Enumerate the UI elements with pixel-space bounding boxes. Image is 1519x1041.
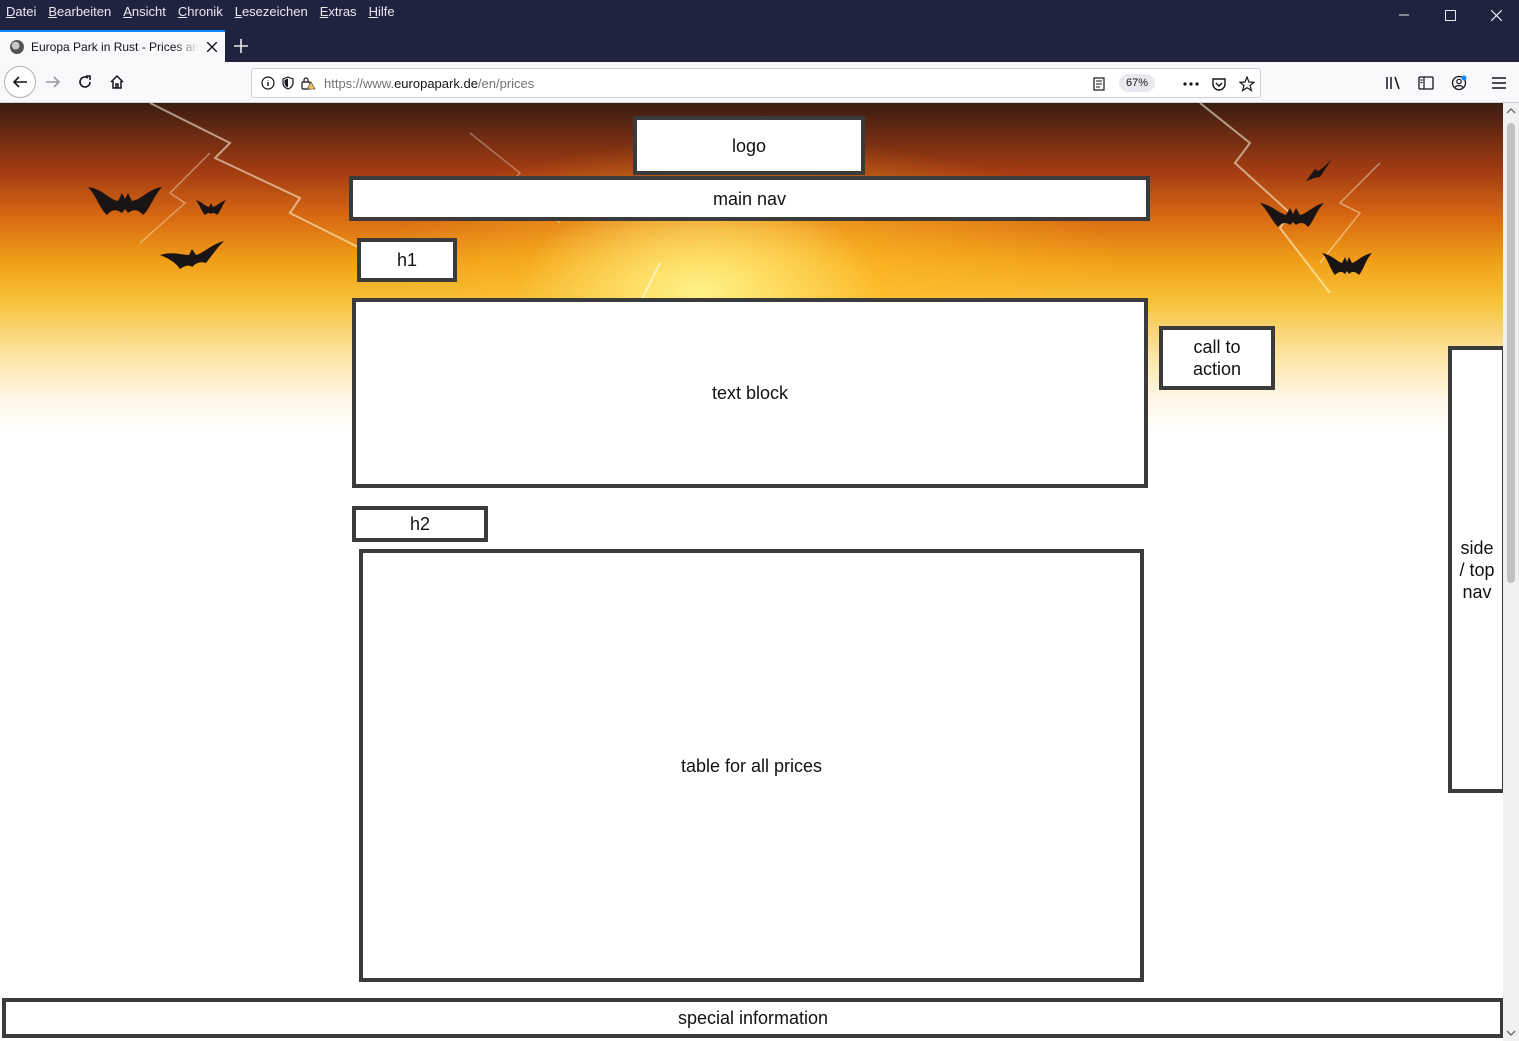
url-bar[interactable]: https://www.europapark.de/en/prices 67% [251,68,1261,98]
library-button[interactable] [1381,70,1407,96]
pocket-icon [1212,78,1226,91]
menu-hilfe[interactable]: Hilfe [369,4,395,19]
page-viewport: logo main nav h1 text block call to acti… [0,103,1503,1041]
text-block-placeholder: text block [352,298,1148,488]
browser-titlebar: Datei Bearbeiten Ansicht Chronik Lesezei… [0,0,1519,62]
plus-icon [234,39,248,53]
minimize-button[interactable] [1381,0,1427,30]
sidebar-icon [1418,76,1434,90]
scroll-down-icon[interactable] [1503,1027,1519,1039]
bat-icon [1260,203,1324,227]
scrollbar-thumb[interactable] [1507,123,1515,583]
side-nav-placeholder[interactable]: side / top nav [1448,346,1503,793]
site-favicon-icon [10,40,24,54]
sidebar-toggle-button[interactable] [1413,70,1439,96]
menu-extras[interactable]: Extras [320,4,357,19]
navigation-toolbar: https://www.europapark.de/en/prices 67% [0,62,1519,103]
menu-datei[interactable]: Datei [6,4,36,19]
forward-button[interactable] [37,66,69,98]
account-icon [1451,75,1467,91]
scroll-up-icon[interactable] [1503,105,1519,117]
library-icon [1386,76,1400,90]
home-icon [110,74,124,89]
more-dots-icon [1183,82,1199,86]
menu-ansicht[interactable]: Ansicht [123,4,166,19]
close-window-button[interactable] [1473,0,1519,30]
app-menu-button[interactable] [1486,70,1512,96]
bookmark-star-button[interactable] [1236,73,1258,95]
url-path: /en/prices [477,75,535,91]
bat-icon [160,241,224,269]
maximize-button[interactable] [1427,0,1473,30]
menu-bearbeiten[interactable]: Bearbeiten [48,4,111,19]
arrow-right-icon [46,76,61,88]
bat-icon [196,200,226,215]
reader-view-button[interactable] [1088,73,1110,95]
info-icon[interactable] [258,73,278,93]
reader-view-icon [1093,77,1105,91]
new-tab-button[interactable] [228,33,254,59]
url-prefix: https://www. [324,75,395,91]
maximize-icon [1444,9,1456,21]
menu-chronik[interactable]: Chronik [178,4,223,19]
shield-icon[interactable] [278,73,298,93]
back-button[interactable] [4,66,36,98]
logo-placeholder[interactable]: logo [633,116,865,175]
account-button[interactable] [1446,70,1472,96]
tab-close-button[interactable] [199,42,225,52]
main-nav-placeholder[interactable]: main nav [349,176,1150,221]
pocket-button[interactable] [1208,73,1230,95]
tab-title: Europa Park in Rust - Prices and [31,40,199,54]
page-actions-button[interactable] [1180,73,1202,95]
reload-button[interactable] [69,66,101,98]
url-domain: europapark.de [394,75,478,91]
hamburger-icon [1492,77,1506,89]
page-scrollbar[interactable] [1503,103,1519,1041]
close-icon [1490,9,1502,21]
zoom-level-badge[interactable]: 67% [1119,74,1156,92]
bat-icon [88,187,162,215]
bat-icon [1322,253,1372,275]
minimize-icon [1399,14,1409,16]
home-button[interactable] [101,66,133,98]
insecure-lock-icon[interactable] [298,73,318,93]
browser-tab[interactable]: Europa Park in Rust - Prices and [0,30,225,62]
bat-icon [1306,159,1332,181]
close-icon [207,42,217,52]
h1-placeholder: h1 [357,238,457,282]
menu-bar: Datei Bearbeiten Ansicht Chronik Lesezei… [0,0,407,22]
price-table-placeholder: table for all prices [359,549,1144,982]
reload-icon [79,75,91,88]
url-text[interactable]: https://www.europapark.de/en/prices [324,76,534,91]
h2-placeholder: h2 [352,506,488,542]
menu-lesezeichen[interactable]: Lesezeichen [235,4,308,19]
special-information-placeholder: special information [2,998,1503,1038]
star-icon [1239,76,1255,92]
arrow-left-icon [12,76,27,88]
call-to-action-placeholder[interactable]: call to action [1159,326,1275,390]
